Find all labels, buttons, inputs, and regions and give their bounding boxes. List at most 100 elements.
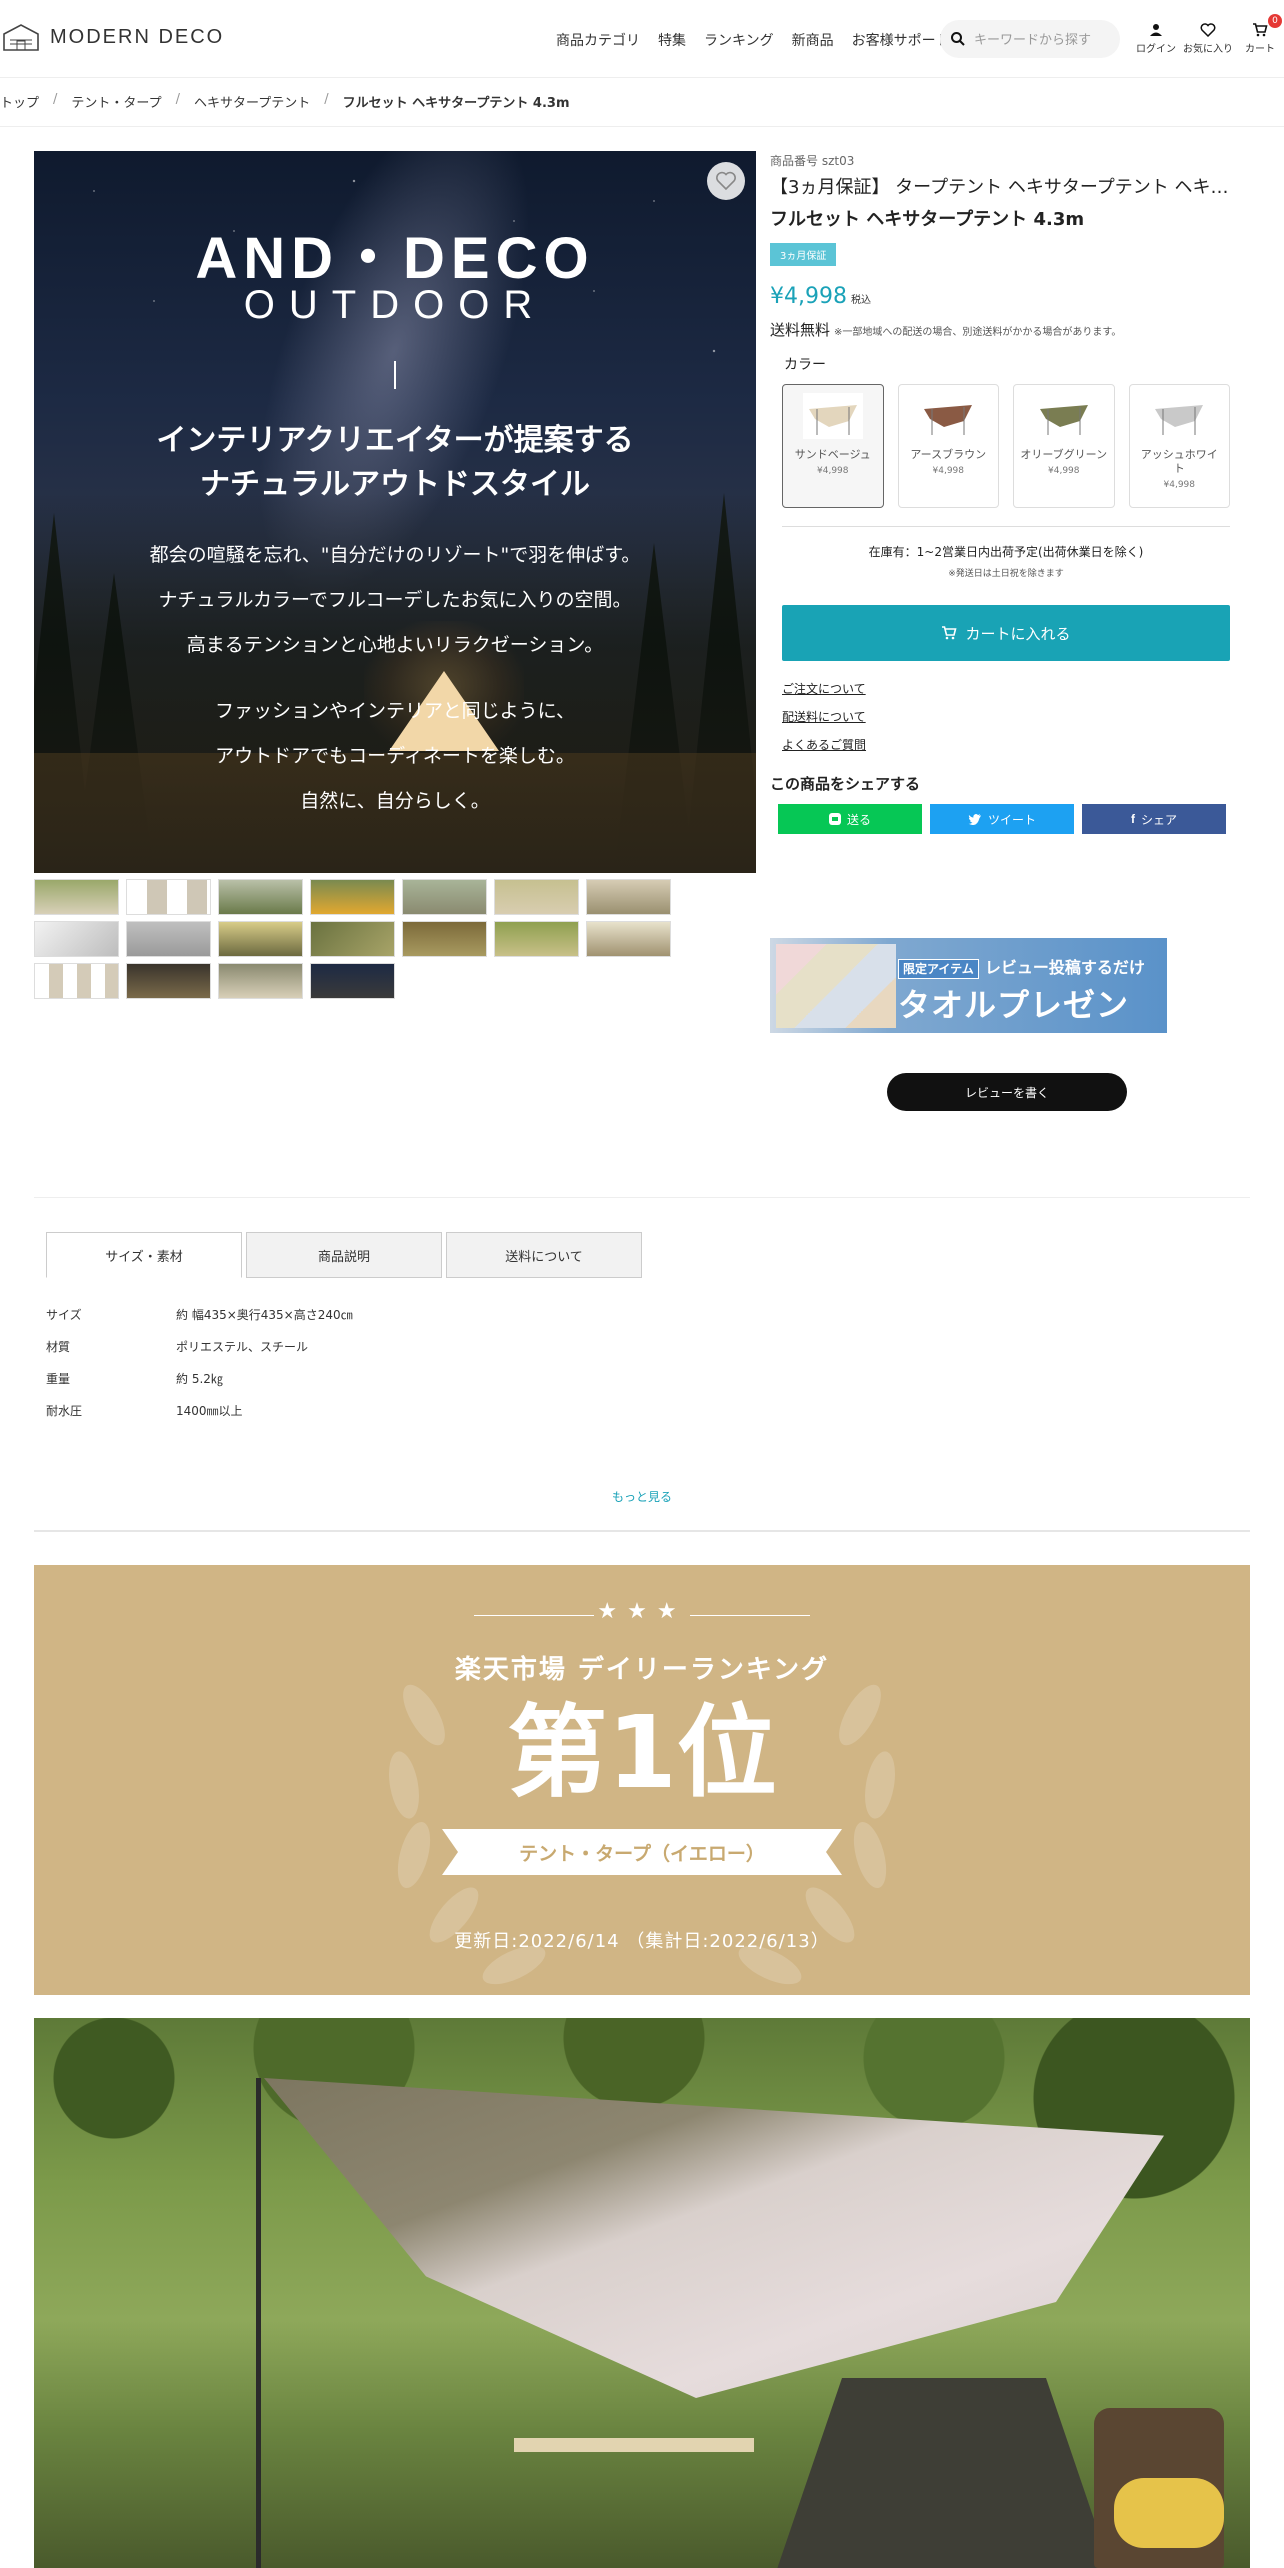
tab-shipping[interactable]: 送料について [446, 1232, 642, 1278]
tab-size-material[interactable]: サイズ・素材 [46, 1232, 242, 1278]
thumbnail[interactable] [34, 921, 119, 957]
stock-status: 在庫有：1~2営業日内出荷予定(出荷休業日を除く) ※発送日は土日祝を除きます [782, 526, 1230, 579]
divider [0, 126, 1284, 127]
nav-item-new[interactable]: 新商品 [792, 30, 834, 50]
write-review-button[interactable]: レビューを書く [887, 1073, 1127, 1111]
spec-row: 材質 ポリエステル、スチール [46, 1339, 309, 1354]
warranty-badge: 3ヵ月保証 [770, 243, 837, 266]
divider [34, 1197, 1250, 1198]
spec-table: サイズ約 幅435×奥行435×高さ240㎝ 材質 ポリエステル、スチール 重量約… [46, 1298, 353, 1426]
search-box [940, 20, 1120, 58]
share-twitter-button[interactable]: ツイート [930, 804, 1074, 834]
thumbnail[interactable] [126, 963, 211, 999]
ranking-banner: ★★★ 楽天市場 デイリーランキング 第1位 テント・タープ（イエロー） 更新日… [34, 1565, 1250, 1995]
image-sub: OUTDOOR [243, 283, 547, 327]
nav-item-category[interactable]: 商品カテゴリ [556, 30, 640, 50]
product-info: 商品番号 szt03 【3ヵ月保証】 タープテント ヘキサタープテント ヘキサ … [770, 152, 1230, 834]
color-option-ash-white[interactable]: アッシュホワイト ¥4,998 [1128, 384, 1230, 508]
color-option-sand-beige[interactable]: サンドベージュ ¥4,998 [782, 384, 884, 508]
breadcrumb: トップ / テント・タープ / ヘキサタープテント / フルセット ヘキサタープテント… [0, 92, 570, 111]
user-icon [1150, 24, 1162, 36]
product-price: ¥4,998 税込 [770, 284, 871, 309]
rank-category: テント・タープ（イエロー） [442, 1829, 842, 1875]
image-paragraph-2: ファッションやインテリアと同じように、 アウトドアでもコーディネートを楽しむ。 … [214, 700, 576, 812]
link-faq[interactable]: よくあるご質問 [782, 731, 1230, 759]
link-shipping-fee[interactable]: 配送料について [782, 703, 1230, 731]
thumbnail[interactable] [494, 879, 579, 915]
rank-stars: ★★★ [597, 1599, 687, 1624]
thumbnail[interactable] [34, 963, 119, 999]
share-heading: この商品をシェアする [770, 775, 921, 793]
product-id: 商品番号 szt03 [770, 154, 855, 168]
spec-row: 重量約 5.2㎏ [46, 1371, 223, 1386]
limited-badge: 限定アイテム [898, 959, 979, 979]
main-nav: 商品カテゴリ 特集 ランキング 新商品 お客様サポート [556, 30, 950, 50]
login-button[interactable]: ログイン [1130, 20, 1182, 55]
thumbnail[interactable] [402, 879, 487, 915]
nav-item-support[interactable]: お客様サポート [852, 30, 950, 50]
twitter-icon [968, 814, 981, 825]
product-title: 【3ヵ月保証】 タープテント ヘキサタープテント ヘキサ タープ [770, 177, 1230, 198]
tarp-thumb-icon [1039, 405, 1088, 435]
line-icon [828, 813, 841, 825]
spec-row: サイズ約 幅435×奥行435×高さ240㎝ [46, 1307, 353, 1322]
thumbnail[interactable] [586, 921, 671, 957]
thumbnail[interactable] [310, 879, 395, 915]
nav-item-feature[interactable]: 特集 [658, 30, 686, 50]
tarp-thumb-icon [1155, 405, 1204, 435]
info-links: ご注文について 配送料について よくあるご質問 [782, 675, 1230, 759]
rank-date: 更新日:2022/6/14 （集計日:2022/6/13） [454, 1931, 830, 1952]
product-tabs: サイズ・素材 商品説明 送料について [46, 1232, 642, 1278]
facebook-icon: f [1130, 812, 1135, 826]
share-line-button[interactable]: 送る [778, 804, 922, 834]
shipping-info: 送料無料 ※一部地域への配送の場合、別途送料がかかる場合があります。 [770, 321, 1122, 339]
cart-count-badge: 0 [1268, 14, 1282, 28]
share-facebook-button[interactable]: f シェア [1082, 804, 1226, 834]
thumbnail[interactable] [126, 879, 211, 915]
breadcrumb-hexa[interactable]: ヘキサタープテント [194, 92, 310, 111]
spec-row: 耐水圧 1400㎜以上 [46, 1403, 243, 1418]
thumbnail[interactable] [218, 879, 303, 915]
product-main-image[interactable]: AND・DECO OUTDOOR インテリアクリエイターが提案する ナチュラルア… [34, 151, 756, 873]
thumbnail[interactable] [34, 879, 119, 915]
cart-button[interactable]: 0 カート [1234, 14, 1284, 55]
thumbnail[interactable] [218, 921, 303, 957]
divider [34, 1530, 1250, 1532]
thumbnail[interactable] [494, 921, 579, 957]
search-icon[interactable] [950, 31, 966, 47]
tarp-thumb-icon [802, 393, 863, 439]
logo-house-icon [3, 24, 39, 51]
add-to-cart-button[interactable]: カートに入れる [782, 605, 1230, 661]
breadcrumb-tent-tarp[interactable]: テント・タープ [71, 92, 161, 111]
header-icons: ログイン お気に入り 0 カート [1130, 14, 1284, 55]
logo-text: MODERN DECO [50, 25, 225, 48]
thumbnail-strip [34, 879, 758, 999]
banner-headline: タオルプレゼント! [898, 986, 1130, 1033]
show-more-link[interactable]: もっと見る [0, 1488, 1284, 1505]
product-subtitle: フルセット ヘキサタープテント 4.3m [770, 209, 1085, 230]
link-order-info[interactable]: ご注文について [782, 675, 1230, 703]
nav-item-ranking[interactable]: ランキング [704, 30, 774, 50]
thumbnail[interactable] [126, 921, 211, 957]
thumbnail[interactable] [310, 921, 395, 957]
color-option-olive-green[interactable]: オリーブグリーン ¥4,998 [1013, 384, 1115, 508]
favorite-button[interactable] [707, 162, 745, 200]
thumbnail[interactable] [402, 921, 487, 957]
favorites-label: お気に入り [1183, 44, 1233, 55]
color-option-earth-brown[interactable]: アースブラウン ¥4,998 [897, 384, 999, 508]
favorites-button[interactable]: お気に入り [1182, 20, 1234, 55]
tab-description[interactable]: 商品説明 [246, 1232, 442, 1278]
breadcrumb-current: フルセット ヘキサタープテント 4.3m [342, 96, 570, 111]
thumbnail[interactable] [218, 963, 303, 999]
breadcrumb-top[interactable]: トップ [0, 92, 39, 111]
towel-present-banner[interactable]: 限定アイテムレビュー投稿するだけ タオルプレゼント! [770, 938, 1167, 1033]
thumbnail[interactable] [586, 879, 671, 915]
lifestyle-photo [34, 2018, 1250, 2568]
thumbnail[interactable] [310, 963, 395, 999]
color-selector: カラー サンドベージュ ¥4,998 アースブラウン ¥4,998 オリーブグリ… [782, 354, 1230, 759]
logo[interactable]: MODERN DECO [2, 22, 224, 52]
heart-icon [1200, 23, 1216, 37]
cart-icon [1253, 23, 1268, 37]
login-label: ログイン [1136, 44, 1176, 55]
search-input[interactable] [974, 31, 1114, 47]
